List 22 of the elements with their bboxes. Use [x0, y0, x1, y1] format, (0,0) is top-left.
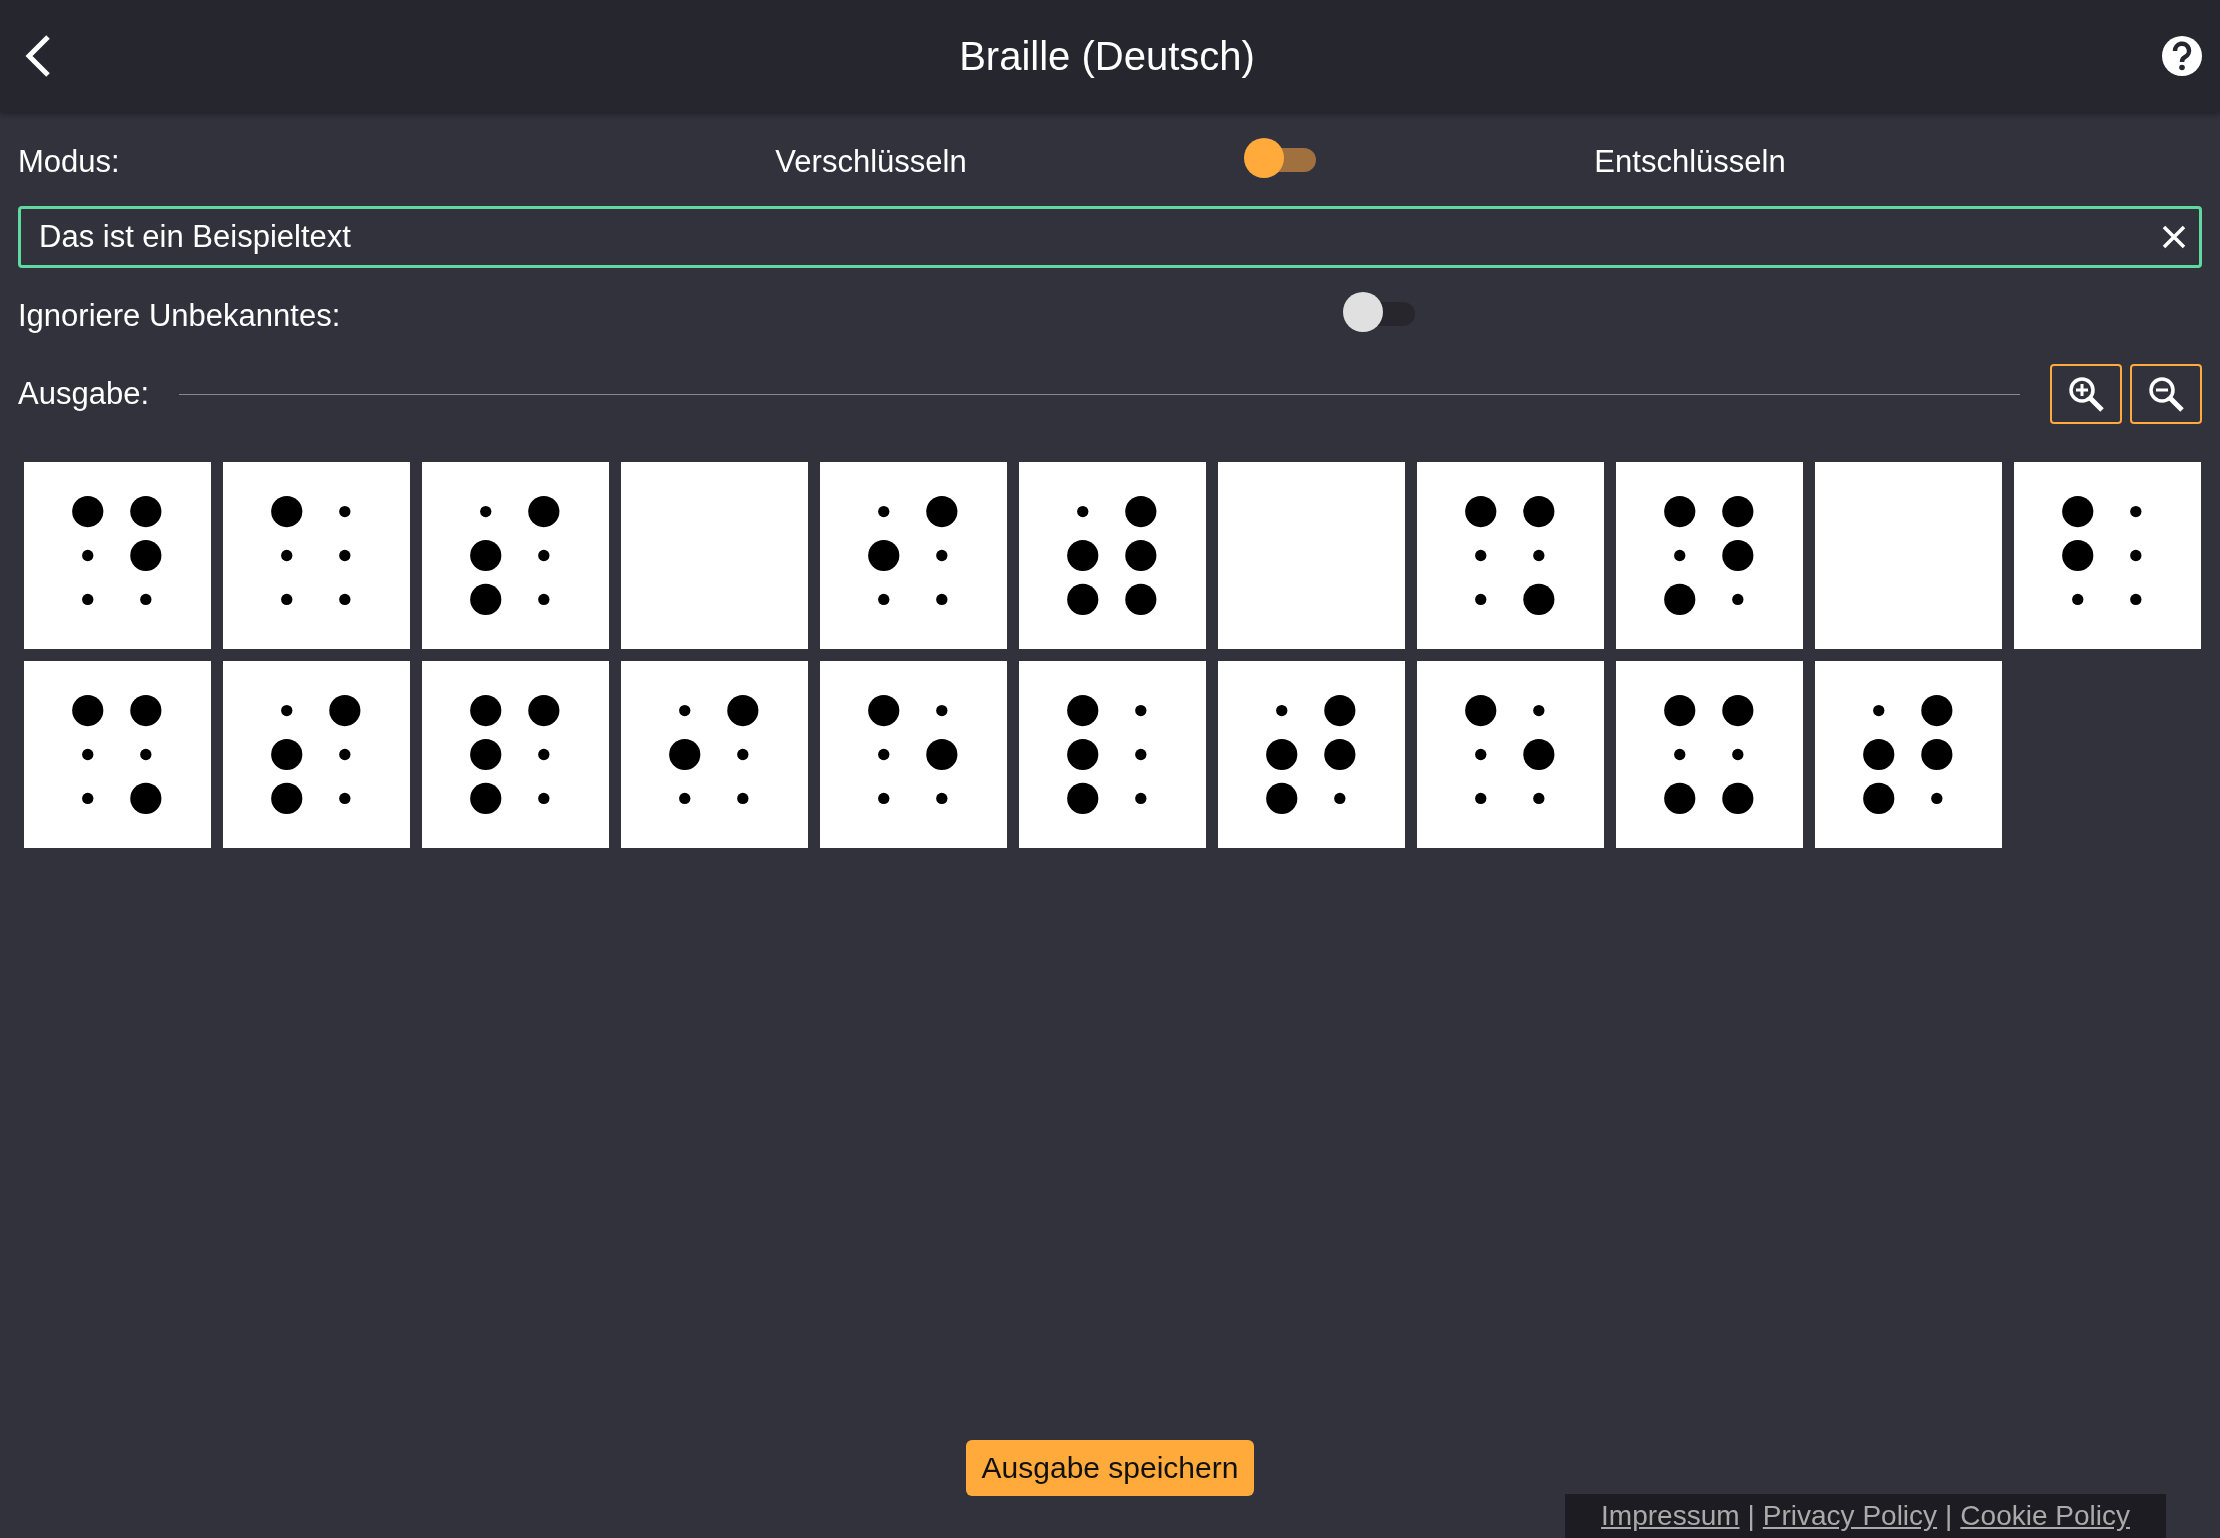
mode-option: Entschlüsseln	[1480, 144, 1900, 180]
page-title: Braille (Deutsch)	[959, 33, 1255, 79]
toggle-switch[interactable]	[1244, 136, 1318, 180]
footer-link[interactable]: Impressum	[1601, 1500, 1740, 1532]
zoom-in-button[interactable]	[2050, 364, 2122, 424]
footer-separator: |	[1747, 1500, 1755, 1532]
zoom-in-icon	[2066, 374, 2106, 414]
back-icon[interactable]	[24, 34, 52, 78]
clear-icon[interactable]	[2162, 225, 2186, 249]
output-label: Ausgabe:	[18, 376, 149, 412]
footer-link[interactable]: Privacy Policy	[1762, 1500, 1938, 1532]
footer-link[interactable]: Cookie Policy	[1960, 1500, 2130, 1532]
help-icon[interactable]	[2162, 36, 2202, 76]
mode-option: Verschlüsseln	[660, 144, 1082, 180]
ignore-unknown-label: Ignoriere Unbekanntes:	[18, 298, 342, 334]
zoom-out-button[interactable]	[2130, 364, 2202, 424]
zoom-out-icon	[2146, 374, 2186, 414]
text-input-field[interactable]: Das ist ein Beispieltext	[18, 206, 2202, 268]
footer-separator: |	[1945, 1500, 1953, 1532]
mode-label: Modus:	[18, 144, 121, 180]
save-output-button[interactable]: Ausgabe speichern	[965, 1440, 1255, 1496]
toggle-switch[interactable]	[1343, 290, 1417, 334]
